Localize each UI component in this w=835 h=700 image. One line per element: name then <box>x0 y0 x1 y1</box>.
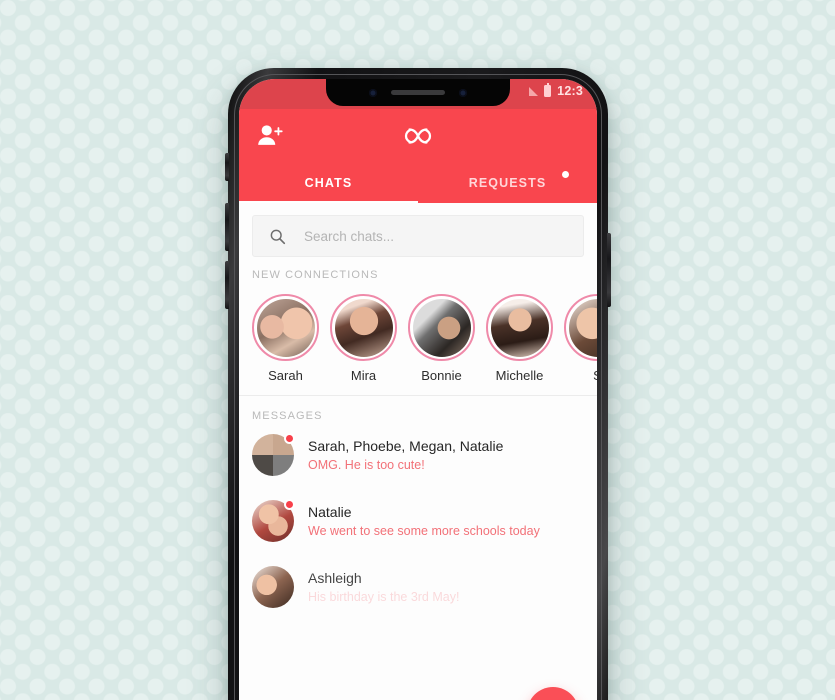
status-clock: 12:3 <box>557 84 583 98</box>
signal-triangle-icon <box>529 86 539 96</box>
message-sender-name: Ashleigh <box>308 570 362 586</box>
search-section: Search chats... <box>239 203 597 267</box>
avatar-photo <box>256 298 315 357</box>
avatar <box>408 294 475 361</box>
volume-down-button[interactable] <box>225 261 229 309</box>
message-row[interactable]: Natalie We went to see some more schools… <box>239 488 597 554</box>
new-chat-fab-button[interactable] <box>527 687 579 700</box>
avatar-photo <box>334 298 393 357</box>
message-row[interactable]: Sarah, Phoebe, Megan, Natalie OMG. He is… <box>239 422 597 488</box>
connection-item[interactable]: Bonnie <box>408 294 475 383</box>
message-row[interactable]: Ashleigh His birthday is the 3rd May! <box>239 554 597 620</box>
connection-item[interactable]: Sarah <box>252 294 319 383</box>
tab-chats[interactable]: CHATS <box>239 163 418 203</box>
add-person-icon[interactable] <box>255 121 285 151</box>
connection-item[interactable]: Mira <box>330 294 397 383</box>
messages-label: MESSAGES <box>252 410 323 422</box>
new-connections-strip[interactable]: Sarah Mira Bonnie Michelle <box>239 281 597 395</box>
face-sensor-icon <box>459 88 467 97</box>
message-preview: His birthday is the 3rd May! <box>308 590 460 604</box>
requests-badge-dot <box>562 171 569 178</box>
avatar <box>252 499 295 542</box>
volume-up-button[interactable] <box>225 203 229 251</box>
app-header: CHATS REQUESTS <box>239 109 597 203</box>
infinity-loop-logo <box>404 128 432 144</box>
avatar <box>330 294 397 361</box>
avatar <box>252 566 294 608</box>
avatar-photo <box>252 566 294 608</box>
avatar-photo <box>412 298 471 357</box>
search-input[interactable]: Search chats... <box>252 215 584 257</box>
message-sender-name: Natalie <box>308 504 352 520</box>
tab-requests[interactable]: REQUESTS <box>418 163 597 203</box>
avatar <box>486 294 553 361</box>
tab-bar: CHATS REQUESTS <box>239 163 597 203</box>
phone-device-frame: 12:3 CHATS REQUESTS Search chats... NEW … <box>225 68 611 700</box>
power-button[interactable] <box>607 233 611 307</box>
connection-name: Michelle <box>495 368 544 383</box>
avatar <box>252 433 295 476</box>
avatar-photo <box>490 298 549 357</box>
tab-requests-label: REQUESTS <box>468 176 547 190</box>
chats-screen-body: Search chats... NEW CONNECTIONS Sarah Mi… <box>239 203 597 700</box>
unread-badge <box>284 433 295 444</box>
message-sender-name: Sarah, Phoebe, Megan, Natalie <box>308 438 504 454</box>
front-camera-icon <box>369 88 377 97</box>
new-connections-label: NEW CONNECTIONS <box>252 269 379 281</box>
tab-chats-label: CHATS <box>304 176 353 190</box>
avatar <box>564 294 597 361</box>
battery-icon <box>544 83 552 97</box>
connection-item[interactable]: S <box>564 294 597 383</box>
avatar-photo <box>568 298 597 357</box>
phone-notch <box>326 79 510 106</box>
header-top-row <box>239 109 597 163</box>
phone-screen: 12:3 CHATS REQUESTS Search chats... NEW … <box>239 79 597 700</box>
search-icon <box>270 229 286 244</box>
message-preview: We went to see some more schools today <box>308 524 540 538</box>
connection-name: S <box>564 368 597 383</box>
connection-name: Mira <box>350 368 377 383</box>
connection-name: Bonnie <box>421 368 462 383</box>
unread-badge <box>284 499 295 510</box>
connection-item[interactable]: Michelle <box>486 294 553 383</box>
message-preview: OMG. He is too cute! <box>308 458 425 472</box>
search-placeholder-text: Search chats... <box>304 228 395 244</box>
silent-switch-button[interactable] <box>225 153 229 181</box>
avatar <box>252 294 319 361</box>
earpiece-speaker <box>391 90 445 95</box>
connection-name: Sarah <box>268 368 303 383</box>
